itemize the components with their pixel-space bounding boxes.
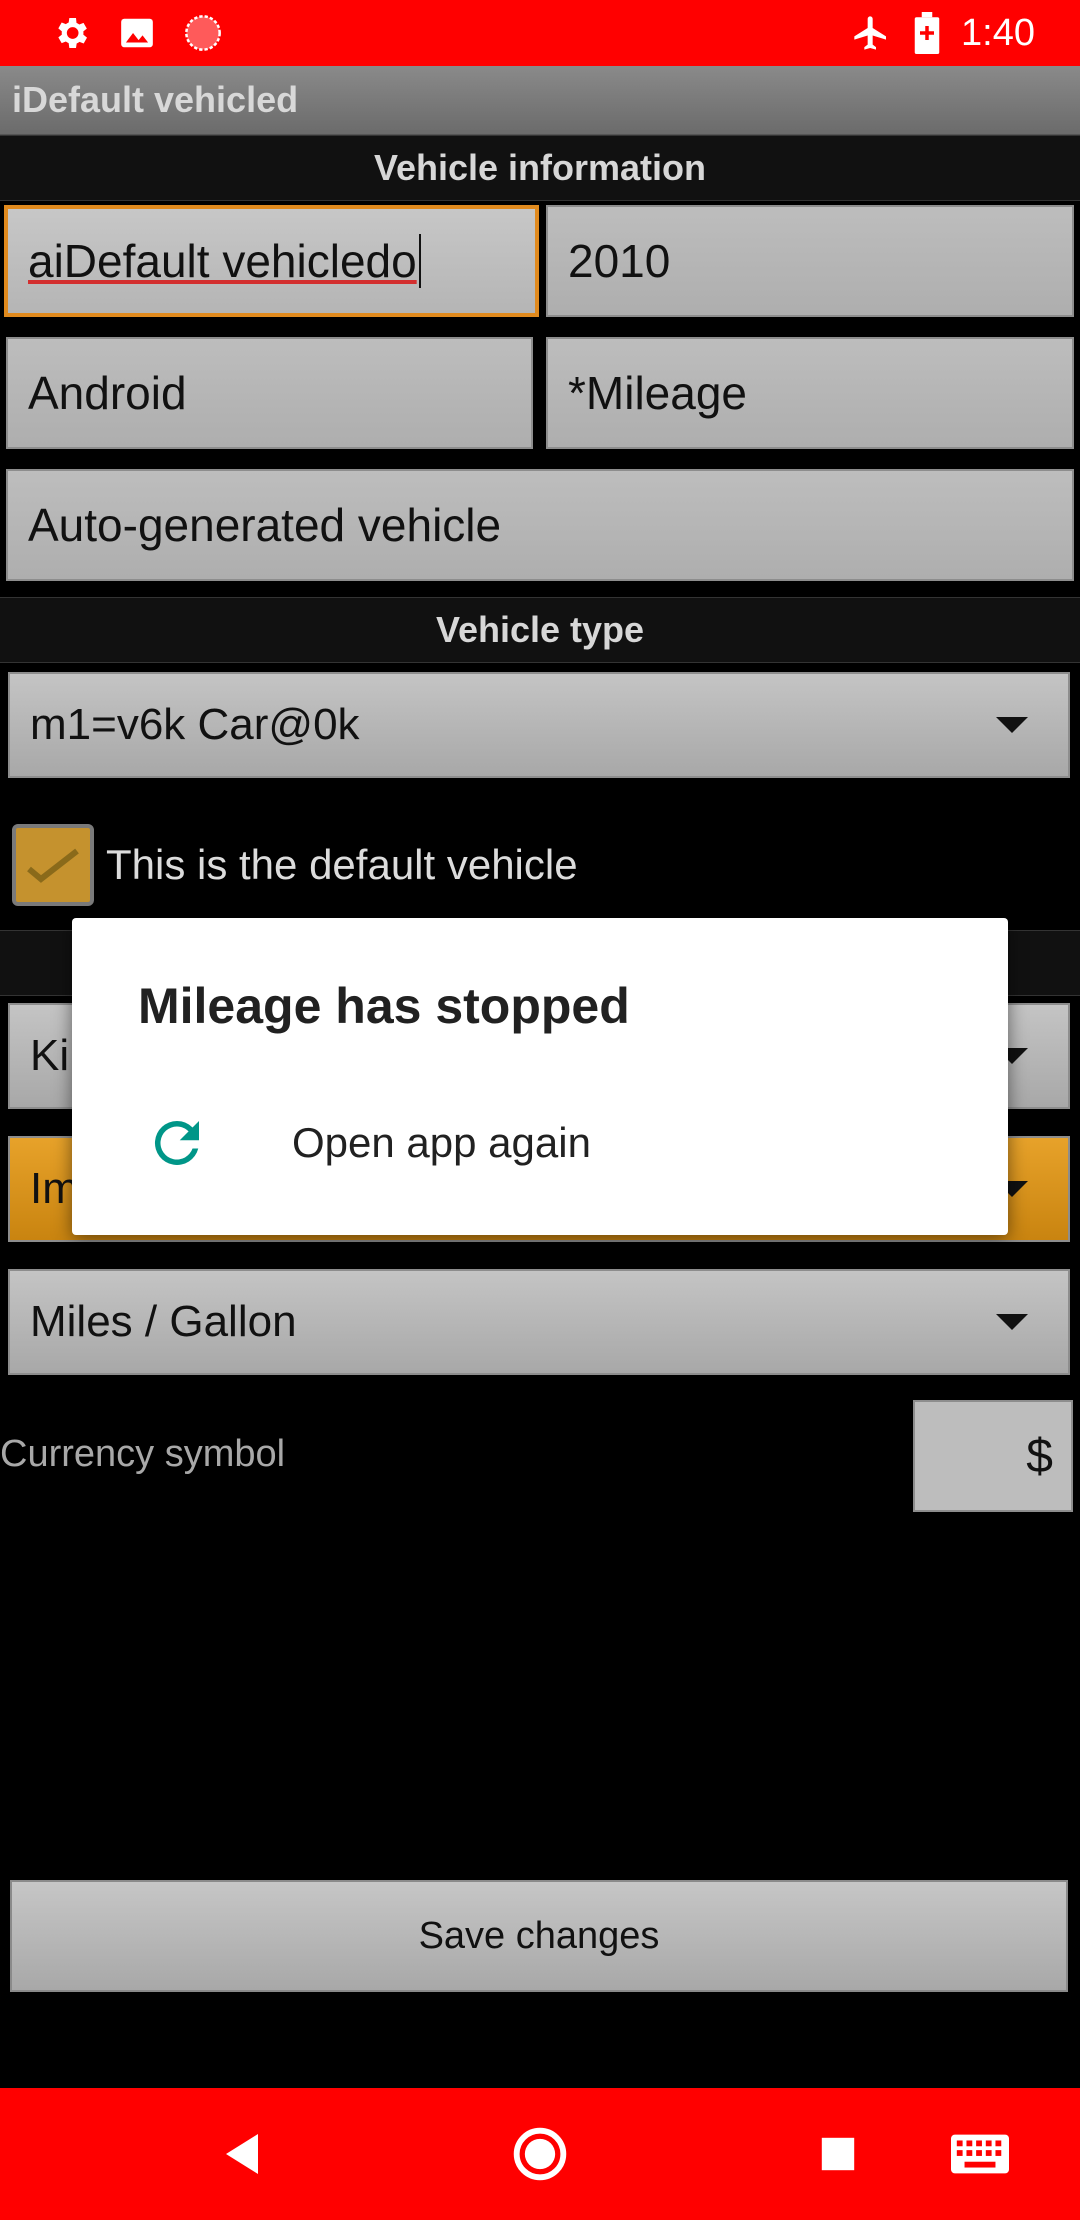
default-vehicle-label: This is the default vehicle (106, 841, 578, 888)
navigation-bar (0, 2088, 1080, 2220)
section-vehicle-type: Vehicle type (0, 597, 1080, 663)
save-changes-button[interactable]: Save changes (10, 1880, 1068, 1992)
open-app-again-button[interactable]: Open app again (72, 1088, 1008, 1200)
currency-symbol-input[interactable]: $ (913, 1400, 1073, 1512)
default-vehicle-checkbox[interactable] (12, 824, 94, 906)
vehicle-description-input[interactable]: Auto-generated vehicle (6, 469, 1074, 581)
record-icon (182, 12, 224, 54)
chevron-down-icon (996, 717, 1028, 733)
vehicle-year-value: 2010 (568, 235, 671, 287)
open-app-again-label: Open app again (292, 1119, 591, 1166)
section-vehicle-information: Vehicle information (0, 135, 1080, 201)
vehicle-type-selected: m1=v6k Car@0k (30, 700, 360, 749)
vehicle-type-dropdown[interactable]: m1=v6k Car@0k (8, 672, 1070, 778)
vehicle-name-value: aiDefault vehicledo (28, 234, 421, 288)
home-icon[interactable] (510, 2124, 570, 2184)
recents-icon[interactable] (808, 2124, 868, 2184)
gear-icon (50, 12, 92, 54)
economy-unit-dropdown[interactable]: Miles / Gallon (8, 1269, 1070, 1375)
vehicle-year-input[interactable]: 2010 (546, 205, 1074, 317)
vehicle-model-input[interactable]: *Mileage (546, 337, 1074, 449)
dialog-title: Mileage has stopped (138, 978, 630, 1034)
currency-symbol-label: Currency symbol (0, 1433, 286, 1475)
keyboard-icon[interactable] (950, 2124, 1010, 2184)
image-icon (116, 12, 158, 54)
currency-symbol-value: $ (1026, 1429, 1053, 1483)
app-stopped-dialog: Mileage has stopped Open app again (72, 918, 1008, 1235)
vehicle-description-value: Auto-generated vehicle (28, 499, 502, 551)
vehicle-name-input[interactable]: aiDefault vehicledo (4, 205, 539, 317)
app-title: iDefault vehicled (12, 79, 299, 120)
airplane-icon (850, 12, 892, 54)
refresh-icon (144, 1110, 210, 1176)
chevron-down-icon (996, 1314, 1028, 1330)
checkmark-icon (27, 848, 79, 883)
vehicle-make-input[interactable]: Android (6, 337, 533, 449)
status-bar: 1:40 (0, 0, 1080, 66)
economy-unit-selected: Miles / Gallon (30, 1297, 297, 1346)
distance-unit-selected: Ki (30, 1031, 70, 1080)
battery-icon (906, 12, 948, 54)
vehicle-model-value: *Mileage (568, 367, 747, 419)
vehicle-make-value: Android (28, 367, 187, 419)
back-icon[interactable] (212, 2124, 272, 2184)
app-title-bar: iDefault vehicled (0, 66, 1080, 136)
clock: 1:40 (961, 12, 1035, 54)
